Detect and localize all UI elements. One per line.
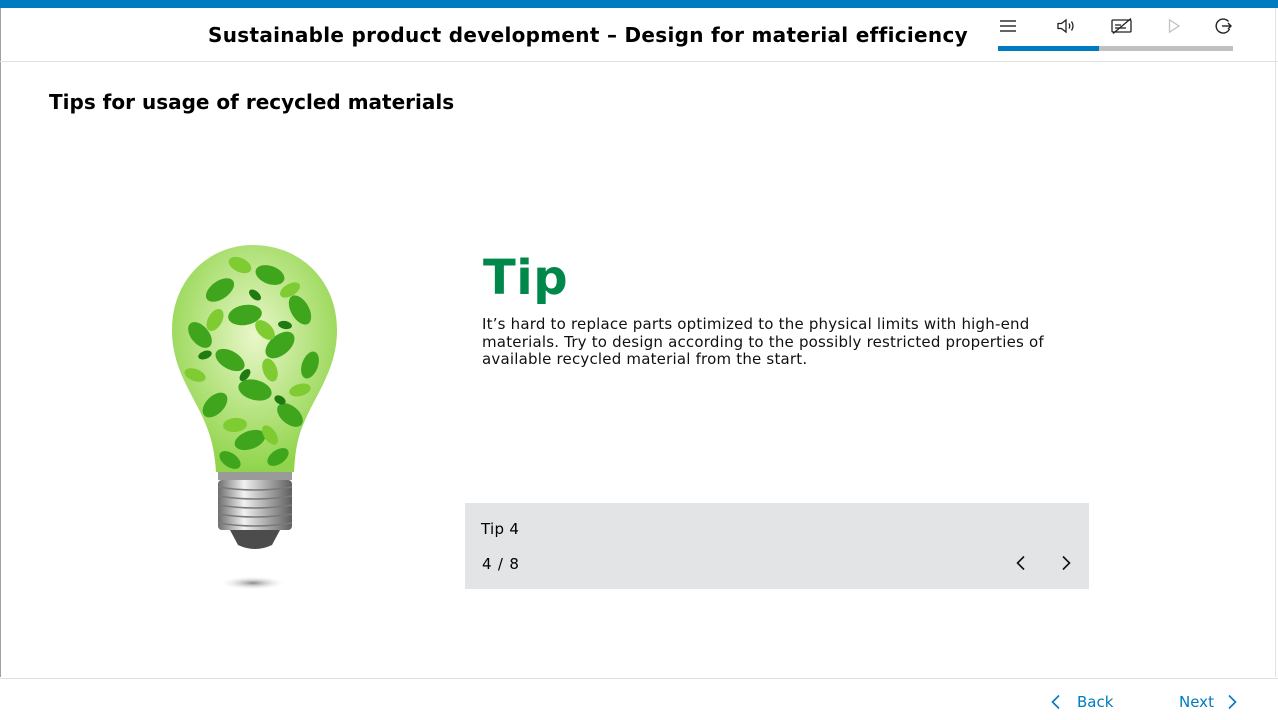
chevron-left-icon (1051, 694, 1060, 710)
tip-heading: Tip (483, 250, 569, 306)
chevron-left-icon (1016, 555, 1025, 571)
toolbar (998, 14, 1233, 38)
subtitles-off-icon[interactable] (1110, 14, 1134, 38)
next-label: Next (1179, 693, 1214, 711)
back-label: Back (1077, 693, 1114, 711)
menu-icon[interactable] (996, 14, 1020, 38)
progress-bar-fill (998, 46, 1100, 51)
tip-label: Tip 4 (481, 520, 520, 538)
back-button[interactable]: Back (1050, 693, 1113, 711)
next-button[interactable]: Next (1179, 693, 1238, 711)
play-icon[interactable] (1162, 14, 1186, 38)
speaker-icon[interactable] (1055, 14, 1079, 38)
lightbulb-leaves-image (160, 235, 350, 595)
exit-icon[interactable] (1211, 14, 1235, 38)
tip-counter: 4 / 8 (482, 555, 520, 573)
chevron-right-icon (1062, 555, 1071, 571)
tip-carousel-panel: Tip 4 4 / 8 (465, 503, 1089, 589)
previous-tip-button[interactable] (1010, 552, 1032, 574)
progress-bar (998, 46, 1233, 51)
chevron-right-icon (1228, 694, 1237, 710)
page-title: Tips for usage of recycled materials (49, 90, 455, 114)
next-tip-button[interactable] (1055, 552, 1077, 574)
tip-text: It’s hard to replace parts optimized to … (482, 315, 1044, 368)
top-accent-bar (0, 0, 1278, 8)
